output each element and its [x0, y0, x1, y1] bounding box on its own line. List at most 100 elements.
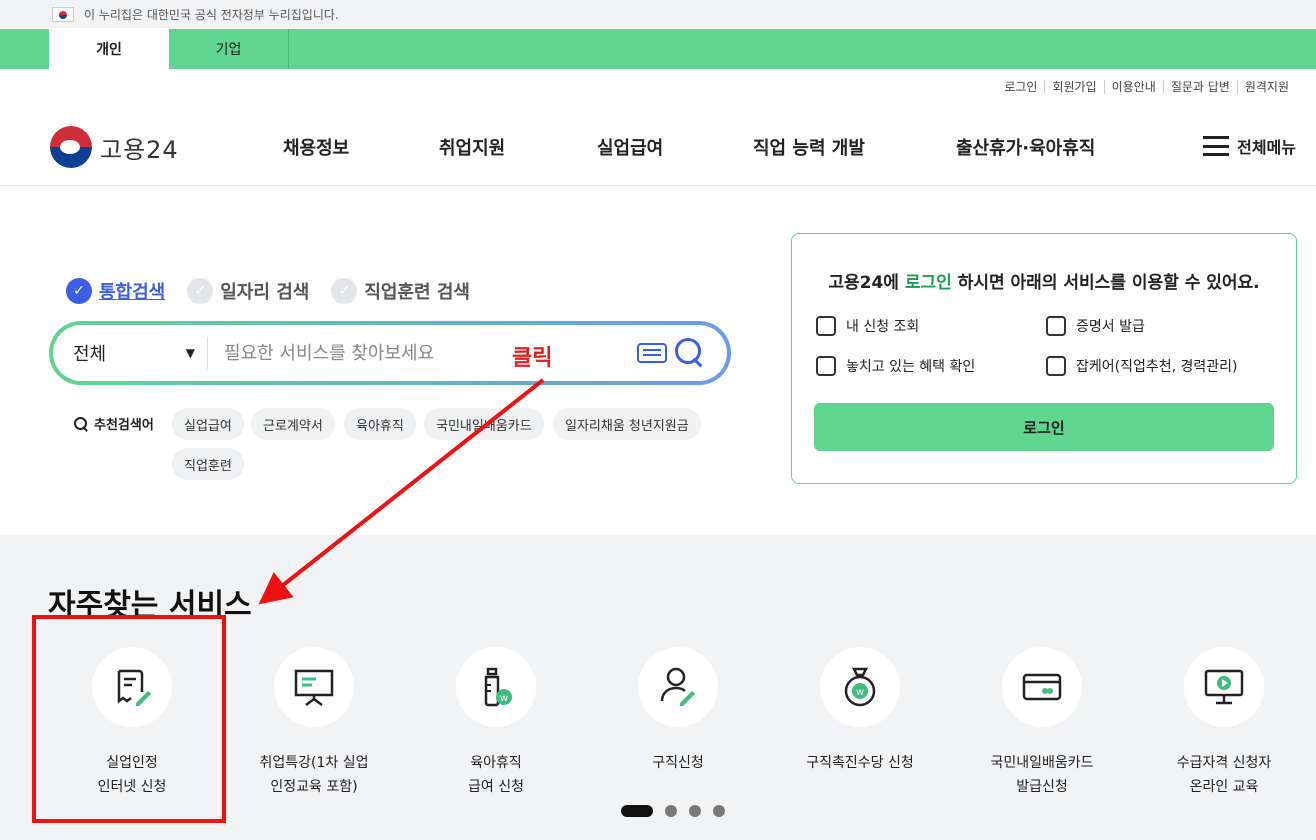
login-panel: 고용24에 로그인 하시면 아래의 서비스를 이용할 수 있어요. 내 신청 조… — [791, 233, 1297, 484]
guide-link[interactable]: 이용안내 — [1103, 80, 1163, 94]
search-scope-select[interactable]: 전체 ▼ — [53, 337, 208, 369]
service-label-line: 육아휴직 — [470, 755, 522, 771]
person-edit-icon — [660, 667, 695, 706]
remote-support-link[interactable]: 원격지원 — [1236, 80, 1296, 94]
login-msg-highlight: 로그인 — [904, 273, 952, 293]
login-msg-suffix: 하시면 아래의 서비스를 이용할 수 있어요. — [957, 273, 1260, 293]
gov-banner-text: 이 누리집은 대한민국 공식 전자정부 누리집입니다. — [84, 7, 339, 22]
carousel-dot-4[interactable] — [713, 805, 725, 817]
all-menu-button[interactable]: 전체메뉴 — [1203, 134, 1296, 158]
money-bag-icon: w — [844, 667, 876, 707]
hamburger-icon — [1203, 136, 1230, 156]
check-icon: ✓ — [331, 278, 358, 304]
service-icon-circle — [638, 647, 718, 727]
utility-links: 로그인 회원가입 이용안내 질문과 답변 원격지원 — [997, 80, 1296, 94]
service-label-line: 구직신청 — [652, 755, 704, 771]
presentation-board-icon — [294, 669, 334, 706]
search-type-label: 직업훈련 검색 — [364, 282, 470, 303]
login-button[interactable]: 로그인 — [814, 403, 1274, 451]
carousel-dot-2[interactable] — [665, 805, 677, 817]
keyword-chip[interactable]: 국민내일배움카드 — [424, 408, 544, 440]
benefit-document-icon — [816, 356, 836, 376]
keyboard-icon[interactable] — [637, 343, 667, 363]
tab-business[interactable]: 기업 — [169, 29, 289, 69]
service-label-line: 취업특강(1차 실업 — [259, 755, 369, 771]
checklist-icon — [816, 316, 836, 336]
qna-link[interactable]: 질문과 답변 — [1162, 80, 1237, 94]
service-label: 증명서 발급 — [1076, 319, 1145, 335]
nav-item-unemployment-benefit[interactable]: 실업급여 — [597, 134, 663, 160]
svg-text:w: w — [500, 693, 508, 704]
certificate-icon — [1046, 316, 1066, 336]
service-label: 육아휴직 급여 신청 — [405, 751, 587, 799]
search-bar: 전체 ▼ — [49, 321, 731, 385]
carousel-pagination — [621, 805, 737, 817]
nav-item-jobs[interactable]: 채용정보 — [283, 134, 349, 160]
highlight-box-annotation — [32, 615, 226, 823]
service-employment-lecture[interactable]: 취업특강(1차 실업 인정교육 포함) — [223, 647, 405, 799]
signup-link[interactable]: 회원가입 — [1044, 80, 1103, 94]
check-icon: ✓ — [187, 278, 214, 304]
nav-item-employment-support[interactable]: 취업지원 — [439, 134, 505, 160]
nav-item-skills-development[interactable]: 직업 능력 개발 — [753, 134, 865, 160]
tab-personal[interactable]: 개인 — [49, 29, 169, 69]
service-online-education[interactable]: 수급자격 신청자 온라인 교육 — [1133, 647, 1315, 799]
header-divider — [0, 185, 1316, 186]
service-icon-circle — [1184, 647, 1264, 727]
user-type-bar: 개인 기업 — [0, 29, 1316, 69]
service-my-applications[interactable]: 내 신청 조회 — [816, 316, 919, 336]
service-label: 잡케어(직업추천, 경력관리) — [1076, 359, 1238, 375]
service-icon-circle: w — [456, 647, 536, 727]
keyword-chip[interactable]: 일자리채움 청년지원금 — [553, 408, 701, 440]
carousel-dot-3[interactable] — [689, 805, 701, 817]
service-label-line: 인정교육 포함) — [270, 779, 358, 795]
login-msg-prefix: 고용24에 — [828, 273, 899, 293]
keyword-chip[interactable]: 직업훈련 — [172, 448, 244, 480]
service-label: 내 신청 조회 — [846, 319, 920, 335]
keyword-chip[interactable]: 육아휴직 — [344, 408, 416, 440]
all-menu-label: 전체메뉴 — [1237, 138, 1296, 157]
service-label: 구직신청 — [587, 751, 769, 775]
service-job-application[interactable]: 구직신청 — [587, 647, 769, 775]
login-link[interactable]: 로그인 — [997, 80, 1044, 94]
service-learning-card[interactable]: 국민내일배움카드 발급신청 — [951, 647, 1133, 799]
search-icon — [74, 416, 88, 431]
service-label-line: 온라인 교육 — [1189, 779, 1259, 795]
service-job-promotion-allowance[interactable]: w 구직촉진수당 신청 — [769, 647, 951, 775]
service-label: 국민내일배움카드 발급신청 — [951, 751, 1133, 799]
click-annotation-label: 클릭 — [512, 346, 553, 371]
nav-item-maternity-leave[interactable]: 출산휴가·육아휴직 — [956, 134, 1095, 160]
service-jobcare[interactable]: 잡케어(직업추천, 경력관리) — [1046, 356, 1238, 376]
search-input[interactable] — [208, 333, 637, 373]
carousel-dot-1[interactable] — [621, 805, 653, 817]
clipboard-clock-icon — [1046, 356, 1066, 376]
main-nav: 채용정보 취업지원 실업급여 직업 능력 개발 출산휴가·육아휴직 — [0, 134, 1316, 164]
dropdown-arrow-icon: ▼ — [185, 346, 195, 360]
search-type-integrated[interactable]: ✓ 통합검색 — [66, 278, 165, 304]
search-scope-value: 전체 — [73, 344, 107, 365]
search-type-jobs[interactable]: ✓ 일자리 검색 — [187, 278, 309, 304]
check-icon: ✓ — [66, 278, 92, 304]
search-type-training[interactable]: ✓ 직업훈련 검색 — [331, 278, 470, 304]
service-label-line: 급여 신청 — [468, 779, 524, 795]
search-type-label: 통합검색 — [99, 282, 166, 303]
service-icon-circle — [274, 647, 354, 727]
service-label: 구직촉진수당 신청 — [769, 751, 951, 775]
service-label-line: 구직촉진수당 신청 — [806, 755, 914, 771]
keyword-chip[interactable]: 근로계약서 — [251, 408, 335, 440]
service-certificate[interactable]: 증명서 발급 — [1046, 316, 1145, 336]
baby-bottle-icon: w — [484, 667, 512, 707]
search-type-label: 일자리 검색 — [220, 282, 310, 303]
search-icon[interactable] — [675, 338, 705, 368]
service-label-line: 수급자격 신청자 — [1176, 755, 1272, 771]
service-label: 놓치고 있는 혜택 확인 — [846, 359, 976, 375]
service-missed-benefits[interactable]: 놓치고 있는 혜택 확인 — [816, 356, 975, 376]
keyword-chip[interactable]: 실업급여 — [172, 408, 244, 440]
recommended-title-label: 추천검색어 — [94, 418, 154, 433]
search-bar-inner: 전체 ▼ — [53, 325, 727, 381]
service-label: 취업특강(1차 실업 인정교육 포함) — [223, 751, 405, 799]
service-parental-leave[interactable]: w 육아휴직 급여 신청 — [405, 647, 587, 799]
monitor-play-icon — [1204, 669, 1244, 705]
service-label: 수급자격 신청자 온라인 교육 — [1133, 751, 1315, 799]
service-icon-circle: w — [820, 647, 900, 727]
